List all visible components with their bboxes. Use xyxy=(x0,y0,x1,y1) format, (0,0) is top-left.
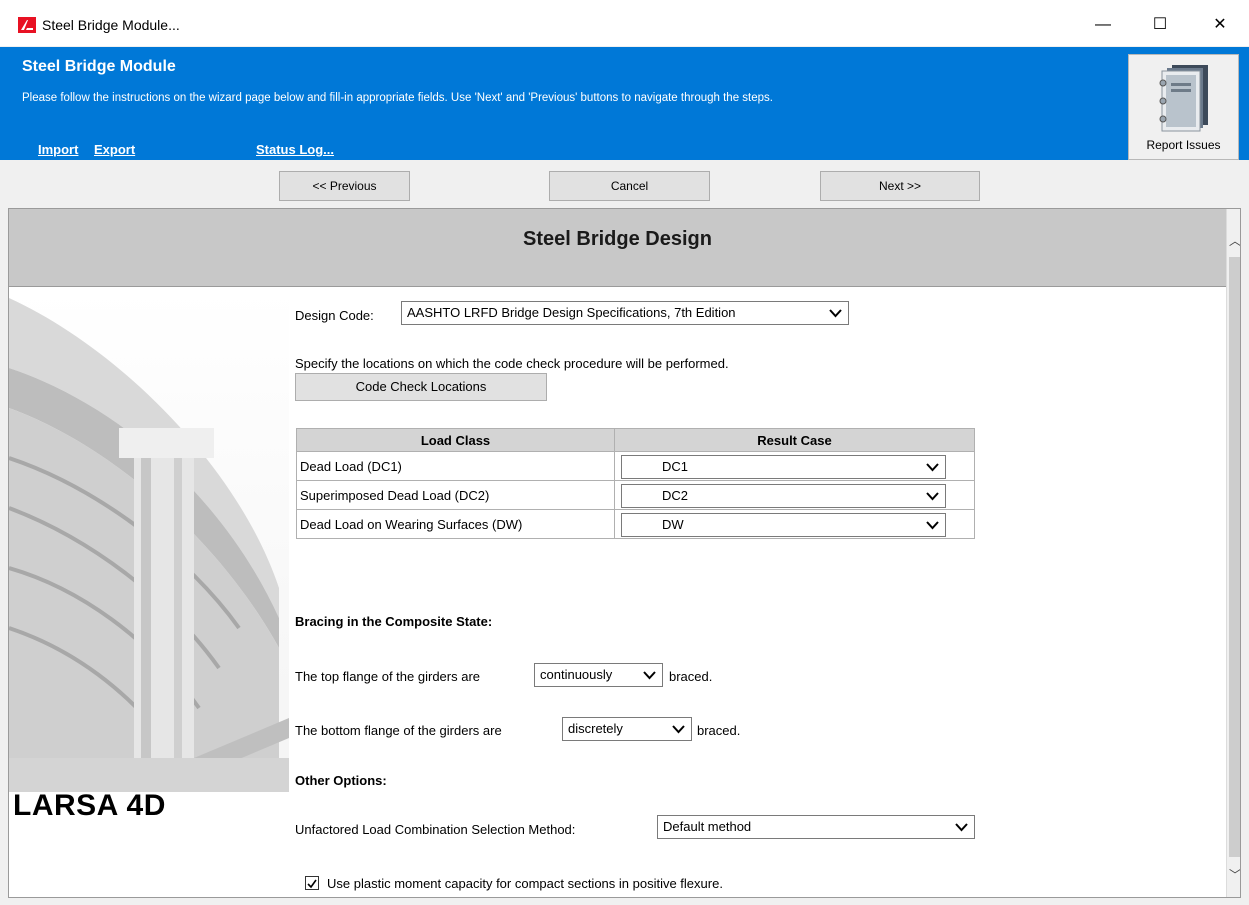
page-header: Steel Bridge Design xyxy=(9,209,1226,287)
chevron-down-icon xyxy=(643,671,656,680)
larsa-4d-caption: LARSA 4D xyxy=(13,789,166,822)
chevron-down-icon xyxy=(672,725,685,734)
chevron-down-icon xyxy=(829,309,842,318)
chevron-down-icon xyxy=(926,492,939,501)
load-class-table: Load Class Result Case Dead Load (DC1) D… xyxy=(296,428,975,539)
design-code-label: Design Code: xyxy=(295,308,374,323)
result-case-cell: DC1 xyxy=(614,451,975,481)
chevron-down-icon xyxy=(926,463,939,472)
report-issues-button[interactable]: Report Issues xyxy=(1128,54,1239,160)
top-flange-value: continuously xyxy=(540,667,613,682)
cancel-button[interactable]: Cancel xyxy=(549,171,710,201)
header-title: Steel Bridge Module xyxy=(22,58,176,75)
larsa-app-icon xyxy=(18,17,36,33)
locations-instruction: Specify the locations on which the code … xyxy=(295,356,729,371)
header-instructions: Please follow the instructions on the wi… xyxy=(22,92,773,104)
minimize-button[interactable]: — xyxy=(1083,10,1123,40)
table-row: Superimposed Dead Load (DC2) DC2 xyxy=(296,480,975,510)
load-class-cell: Dead Load (DC1) xyxy=(296,451,615,481)
combination-method-value: Default method xyxy=(663,819,752,834)
result-case-select-dc1[interactable]: DC1 xyxy=(621,455,946,479)
bottom-flange-bracing-select[interactable]: discretely xyxy=(562,717,692,741)
binder-book-icon xyxy=(1159,65,1208,132)
result-case-value: DW xyxy=(662,517,684,532)
load-class-cell: Dead Load on Wearing Surfaces (DW) xyxy=(296,509,615,539)
result-case-select-dw[interactable]: DW xyxy=(621,513,946,537)
result-case-select-dc2[interactable]: DC2 xyxy=(621,484,946,508)
top-flange-label: The top flange of the girders are xyxy=(295,669,481,684)
plastic-moment-label: Use plastic moment capacity for compact … xyxy=(327,876,723,891)
chevron-down-icon xyxy=(926,521,939,530)
import-link[interactable]: Import xyxy=(38,142,78,157)
chevron-down-icon xyxy=(955,823,968,832)
scroll-down-arrow-icon[interactable]: ﹀ xyxy=(1227,867,1240,883)
window-title: Steel Bridge Module... xyxy=(42,17,180,33)
status-log-link[interactable]: Status Log... xyxy=(256,142,334,157)
table-header-row: Load Class Result Case xyxy=(296,428,975,452)
result-case-value: DC2 xyxy=(662,488,689,503)
combination-method-label: Unfactored Load Combination Selection Me… xyxy=(295,822,576,837)
result-case-cell: DC2 xyxy=(614,480,975,510)
plastic-moment-checkbox[interactable] xyxy=(305,876,319,890)
design-code-value: AASHTO LRFD Bridge Design Specifications… xyxy=(407,305,736,320)
title-bar: Steel Bridge Module... — ☐ ✕ xyxy=(0,0,1249,46)
bottom-flange-label: The bottom flange of the girders are xyxy=(295,723,502,738)
top-flange-bracing-select[interactable]: continuously xyxy=(534,663,663,687)
load-class-header: Load Class xyxy=(296,428,615,452)
scroll-up-arrow-icon[interactable]: ︿ xyxy=(1227,233,1240,249)
export-link[interactable]: Export xyxy=(94,142,135,157)
previous-button[interactable]: << Previous xyxy=(279,171,410,201)
scrollbar-thumb[interactable] xyxy=(1229,257,1240,857)
wizard-header: Steel Bridge Module Please follow the in… xyxy=(0,47,1249,160)
result-case-cell: DW xyxy=(614,509,975,539)
result-case-header: Result Case xyxy=(614,428,975,452)
bottom-flange-value: discretely xyxy=(568,721,623,736)
page-title: Steel Bridge Design xyxy=(523,228,712,250)
code-check-locations-button[interactable]: Code Check Locations xyxy=(295,373,547,401)
checkmark-icon xyxy=(307,879,317,889)
vertical-scrollbar[interactable]: ︿ ﹀ xyxy=(1226,209,1240,897)
bridge-photo-image xyxy=(9,288,289,792)
combination-method-select[interactable]: Default method xyxy=(657,815,975,839)
load-class-cell: Superimposed Dead Load (DC2) xyxy=(296,480,615,510)
other-options-heading: Other Options: xyxy=(295,773,387,788)
top-flange-braced-suffix: braced. xyxy=(669,669,713,684)
report-issues-label: Report Issues xyxy=(1146,138,1221,152)
result-case-value: DC1 xyxy=(662,459,689,474)
wizard-page-panel: Steel Bridge Design ︿ ﹀ LARSA 4D Design … xyxy=(8,208,1241,898)
table-row: Dead Load on Wearing Surfaces (DW) DW xyxy=(296,509,975,539)
maximize-button[interactable]: ☐ xyxy=(1140,10,1180,40)
wizard-window: Steel Bridge Module... — ☐ ✕ Steel Bridg… xyxy=(0,0,1249,905)
bracing-heading: Bracing in the Composite State: xyxy=(295,614,493,629)
close-button[interactable]: ✕ xyxy=(1200,10,1240,40)
next-button[interactable]: Next >> xyxy=(820,171,980,201)
table-row: Dead Load (DC1) DC1 xyxy=(296,451,975,481)
design-code-select[interactable]: AASHTO LRFD Bridge Design Specifications… xyxy=(401,301,849,325)
bottom-flange-braced-suffix: braced. xyxy=(697,723,741,738)
